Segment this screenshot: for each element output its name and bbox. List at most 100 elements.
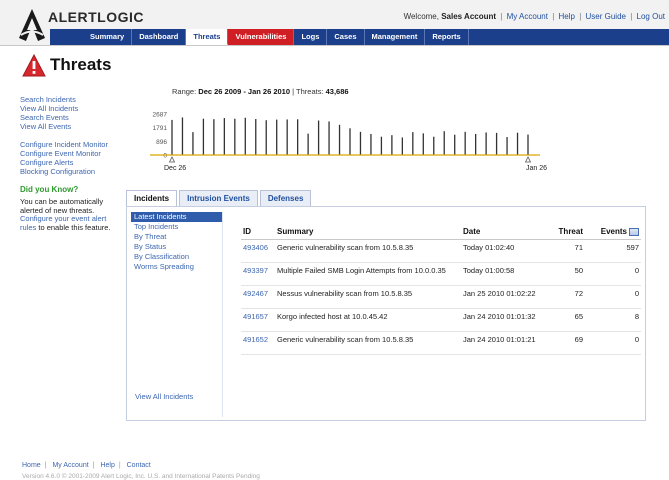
- subnav-by-status[interactable]: By Status: [131, 242, 222, 252]
- sidebar-item-search-incidents[interactable]: Search Incidents: [20, 95, 112, 104]
- sidebar-item-configure-incident-monitor[interactable]: Configure Incident Monitor: [20, 140, 112, 149]
- nav-tab-summary[interactable]: Summary: [50, 29, 133, 45]
- incident-threat-score-cell: 71: [549, 239, 585, 263]
- incident-threat-score: 71: [574, 243, 583, 252]
- table-row[interactable]: 491657 Korgo infected host at 10.0.45.42 J…: [241, 308, 641, 332]
- column-header-date[interactable]: Date: [461, 225, 549, 240]
- subnav-top-incidents[interactable]: Top Incidents: [131, 222, 222, 232]
- incident-id-link-cell: 491657: [241, 308, 275, 332]
- sidebar-item-configure-alerts[interactable]: Configure Alerts: [20, 158, 112, 167]
- incident-date: Today 01:00:58: [463, 266, 515, 275]
- chart-bars: [171, 117, 529, 155]
- user-guide-link[interactable]: User Guide: [586, 12, 626, 21]
- subnav-by-threat[interactable]: By Threat: [131, 232, 222, 242]
- sidebar-item-blocking-configuration[interactable]: Blocking Configuration: [20, 167, 112, 176]
- nav-tab-management[interactable]: Management: [365, 29, 426, 45]
- divider: |: [579, 12, 582, 21]
- y-tick-label: 896: [156, 139, 167, 146]
- x-range-marker-icon[interactable]: [168, 156, 176, 163]
- sidebar-item-view-all-incidents[interactable]: View All Incidents: [20, 104, 112, 113]
- tab-defenses[interactable]: Defenses: [259, 190, 312, 206]
- main-nav: Summary Dashboard Threats Vulnerabilitie…: [50, 29, 669, 45]
- divider: |: [118, 462, 121, 469]
- footer-help-link[interactable]: Help: [100, 462, 114, 469]
- footer-contact-link[interactable]: Contact: [127, 462, 151, 469]
- incident-id-link-cell: 493397: [241, 262, 275, 286]
- incident-summary-cell: Korgo infected host at 10.0.45.42: [275, 308, 461, 332]
- table-row[interactable]: 493397 Multiple Failed SMB Login Attempts…: [241, 262, 641, 286]
- nav-tab-reports[interactable]: Reports: [425, 29, 469, 45]
- footer-links: Home | My Account | Help | Contact: [22, 462, 151, 469]
- divider: |: [44, 462, 47, 469]
- incident-id-link[interactable]: 493397: [243, 266, 268, 275]
- divider: |: [552, 12, 555, 21]
- tab-incidents[interactable]: Incidents: [126, 190, 178, 207]
- incident-id-link-cell: 492467: [241, 285, 275, 309]
- incident-event-count-cell: 0: [585, 331, 641, 355]
- nav-tab-logs[interactable]: Logs: [294, 29, 328, 45]
- incident-id-link[interactable]: 491652: [243, 335, 268, 344]
- incident-date: Jan 24 2010 01:01:21: [463, 335, 536, 344]
- incident-date: Jan 25 2010 01:02:22: [463, 289, 536, 298]
- user-name: Sales Account: [441, 12, 497, 21]
- footer-my-account-link[interactable]: My Account: [52, 462, 88, 469]
- incidents-table-body: 493406 Generic vulnerability scan from 10…: [241, 239, 641, 355]
- help-link[interactable]: Help: [559, 12, 575, 21]
- threats-sparkline-chart: 0 896 1791 2687 Dec 26 Jan 26: [150, 112, 547, 172]
- x-range-marker-icon[interactable]: [524, 156, 532, 163]
- nav-tab-vulnerabilities[interactable]: Vulnerabilities: [228, 29, 295, 45]
- subnav-worms-spreading[interactable]: Worms Spreading: [131, 262, 222, 272]
- nav-tab-dashboard[interactable]: Dashboard: [132, 29, 187, 45]
- log-out-link[interactable]: Log Out: [637, 12, 665, 21]
- incident-date-cell: Today 01:02:40: [461, 239, 549, 263]
- table-row[interactable]: 491652 Generic vulnerability scan from 10…: [241, 331, 641, 355]
- incident-id-link[interactable]: 491657: [243, 312, 268, 321]
- incident-threat-score-cell: 65: [549, 308, 585, 332]
- sidebar-item-configure-event-monitor[interactable]: Configure Event Monitor: [20, 149, 112, 158]
- column-chooser-icon[interactable]: [629, 227, 639, 236]
- tab-intrusion-events[interactable]: Intrusion Events: [179, 190, 258, 206]
- column-header-threat[interactable]: Threat: [549, 225, 585, 240]
- view-all-incidents-link[interactable]: View All Incidents: [135, 392, 193, 401]
- logo-text: ALERTLOGIC: [48, 9, 144, 25]
- nav-tab-threats[interactable]: Threats: [186, 29, 229, 45]
- incident-summary: Generic vulnerability scan from 10.5.8.3…: [277, 335, 414, 344]
- page-title: Threats: [50, 55, 112, 74]
- subnav-by-classification[interactable]: By Classification: [131, 252, 222, 262]
- column-header-events-label[interactable]: Events: [601, 227, 627, 236]
- incident-threat-score: 69: [574, 335, 583, 344]
- nav-tab-cases[interactable]: Cases: [327, 29, 365, 45]
- my-account-link[interactable]: My Account: [507, 12, 548, 21]
- warning-triangle-icon: [22, 53, 46, 76]
- did-you-know-box: Did you Know? You can be automatically a…: [20, 185, 112, 232]
- incident-summary: Korgo infected host at 10.0.45.42: [277, 312, 388, 321]
- divider: |: [630, 12, 633, 21]
- sidebar-config-group: Configure Incident Monitor Configure Eve…: [20, 140, 112, 176]
- sidebar-item-view-all-events[interactable]: View All Events: [20, 122, 112, 131]
- footer-home-link[interactable]: Home: [22, 462, 41, 469]
- did-you-know-title: Did you Know?: [20, 185, 79, 194]
- incident-event-count-cell: 597: [585, 239, 641, 263]
- divider: |: [92, 462, 95, 469]
- incident-event-count: 8: [634, 312, 639, 321]
- incident-id-link-cell: 493406: [241, 239, 275, 263]
- incident-id-link[interactable]: 492467: [243, 289, 268, 298]
- incident-date: Jan 24 2010 01:01:32: [463, 312, 536, 321]
- y-tick-label: 0: [163, 153, 167, 160]
- incident-threat-score-cell: 72: [549, 285, 585, 309]
- incident-date-cell: Today 01:00:58: [461, 262, 549, 286]
- threats-label: | Threats:: [292, 87, 324, 96]
- sidebar-item-search-events[interactable]: Search Events: [20, 113, 112, 122]
- did-you-know-body: You can be automatically alerted of new …: [20, 197, 104, 215]
- column-header-summary[interactable]: Summary: [275, 225, 461, 240]
- subnav-latest-incidents[interactable]: Latest Incidents: [131, 212, 222, 222]
- incident-summary: Multiple Failed SMB Login Attempts from …: [277, 266, 446, 275]
- table-row[interactable]: 492467 Nessus vulnerability scan from 10.…: [241, 285, 641, 309]
- table-row[interactable]: 493406 Generic vulnerability scan from 10…: [241, 239, 641, 263]
- sidebar-search-group: Search Incidents View All Incidents Sear…: [20, 95, 112, 131]
- incident-threat-score-cell: 69: [549, 331, 585, 355]
- incident-id-link[interactable]: 493406: [243, 243, 268, 252]
- range-value: Dec 26 2009 - Jan 26 2010: [198, 87, 291, 96]
- column-header-id[interactable]: ID: [241, 225, 275, 240]
- x-tick-label: Dec 26: [164, 165, 186, 172]
